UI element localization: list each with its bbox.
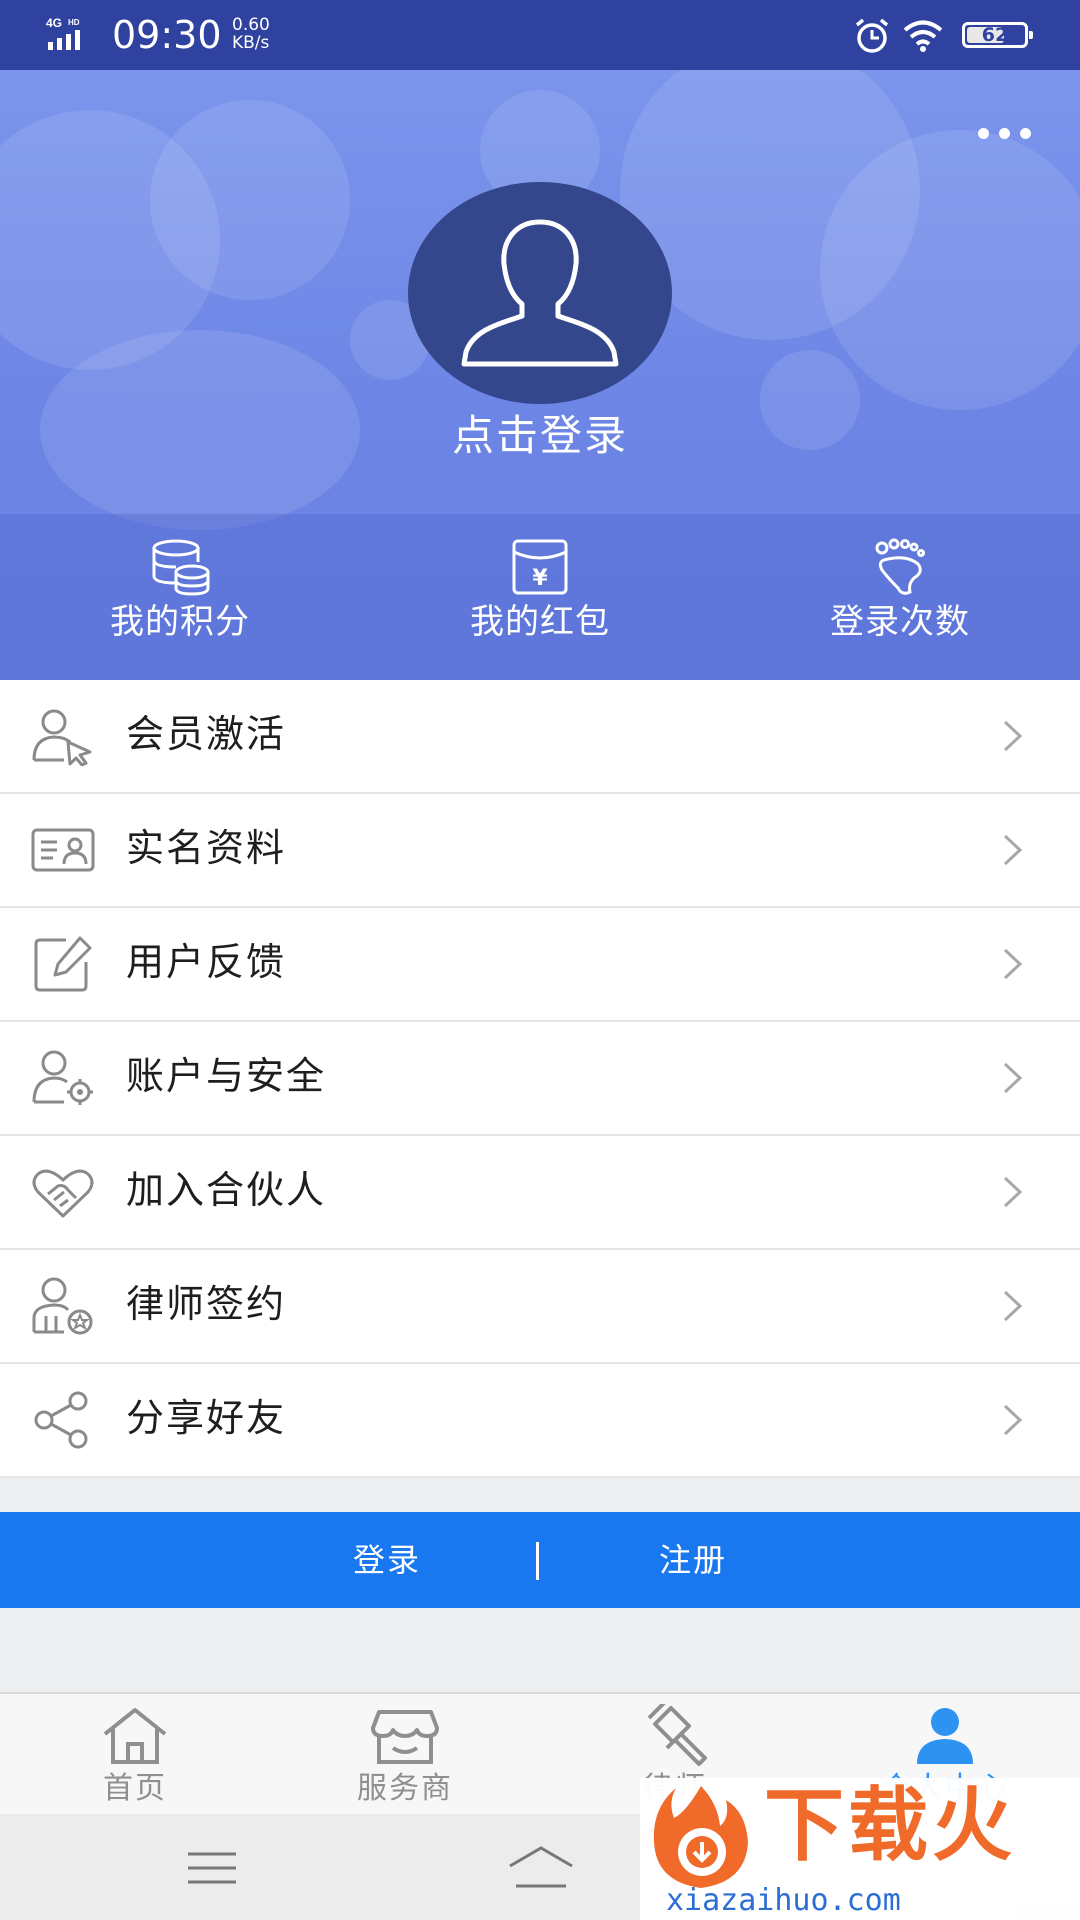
edit-feedback-icon (34, 936, 92, 992)
footprint-icon (875, 538, 925, 595)
gavel-icon (647, 1704, 707, 1766)
menu-item-real-name[interactable]: 实名资料 (0, 794, 1080, 908)
points-stat[interactable]: 我的积分 (0, 514, 360, 680)
signal-icon: 4G HD (46, 16, 80, 50)
id-card-icon (31, 828, 95, 872)
system-home-icon[interactable] (506, 1844, 576, 1890)
alarm-icon (855, 18, 889, 53)
chevron-right-icon (1003, 834, 1023, 866)
tab-label: 首页 (103, 1771, 167, 1806)
store-icon (371, 1710, 439, 1764)
status-bar: 4G HD 09:30 0.60 KB/s 62 (0, 0, 1080, 70)
more-dot (1020, 127, 1031, 139)
person-icon (917, 1708, 973, 1764)
network-speed: 0.60 KB/s (232, 16, 270, 52)
menu-item-account-security[interactable]: 账户与安全 (0, 1022, 1080, 1136)
home-icon (103, 1708, 167, 1764)
chevron-right-icon (1003, 1290, 1023, 1322)
svg-text:4G: 4G (46, 16, 62, 30)
stats-bar: 我的积分 ¥ 我的红包 登录次数 (0, 514, 1080, 680)
menu-item-join-partner[interactable]: 加入合伙人 (0, 1136, 1080, 1250)
red-envelope-stat[interactable]: ¥ 我的红包 (360, 514, 720, 680)
user-settings-icon (32, 1050, 93, 1105)
menu-label: 分享好友 (126, 1396, 287, 1440)
chevron-right-icon (1003, 720, 1023, 752)
menu-list: 会员激活 实名资料 用户反馈 账户与安全 加入合伙人 律师签约 分享好友 (0, 680, 1080, 1478)
auth-divider (536, 1542, 539, 1580)
auth-bar: 登录 注册 (0, 1512, 1080, 1608)
menu-label: 实名资料 (126, 826, 287, 870)
share-icon (34, 1391, 88, 1449)
more-dot (978, 127, 989, 139)
stat-label: 我的积分 (110, 602, 250, 642)
menu-item-feedback[interactable]: 用户反馈 (0, 908, 1080, 1022)
avatar[interactable] (408, 182, 672, 404)
login-button[interactable]: 登录 (300, 1532, 474, 1588)
menu-label: 加入合伙人 (126, 1168, 327, 1212)
menu-item-member-activate[interactable]: 会员激活 (0, 680, 1080, 794)
chevron-right-icon (1003, 1176, 1023, 1208)
battery-icon: 62 (962, 22, 1033, 48)
menu-label: 用户反馈 (126, 940, 287, 984)
user-silhouette-icon (461, 219, 619, 367)
svg-text:HD: HD (68, 18, 80, 27)
register-button[interactable]: 注册 (606, 1532, 780, 1588)
tab-home[interactable]: 首页 (0, 1694, 270, 1816)
tab-service-providers[interactable]: 服务商 (270, 1694, 540, 1816)
status-time: 09:30 (112, 13, 222, 57)
handshake-heart-icon (32, 1169, 94, 1218)
speed-unit: KB/s (232, 33, 270, 53)
watermark-brand: 下载火 (764, 1779, 1016, 1872)
more-dot (999, 127, 1010, 139)
profile-header: 点击登录 我的积分 ¥ 我的红包 登录次数 (0, 70, 1080, 680)
menu-label: 账户与安全 (126, 1054, 327, 1098)
wifi-icon (903, 20, 943, 52)
member-activate-icon (32, 709, 92, 766)
coins-stack-icon (152, 539, 210, 596)
more-options-button[interactable] (978, 118, 1048, 148)
menu-label: 律师签约 (126, 1282, 287, 1326)
stat-label: 登录次数 (830, 602, 970, 642)
chevron-right-icon (1003, 1404, 1023, 1436)
chevron-right-icon (1003, 1062, 1023, 1094)
login-count-stat[interactable]: 登录次数 (720, 514, 1080, 680)
speed-value: 0.60 (232, 15, 270, 35)
menu-label: 会员激活 (126, 712, 287, 756)
watermark: 下载火 xiazaihuo.com (640, 1778, 1080, 1920)
chevron-right-icon (1003, 948, 1023, 980)
red-envelope-yen-icon: ¥ (512, 539, 568, 595)
login-prompt[interactable]: 点击登录 (0, 408, 1080, 464)
stat-label: 我的红包 (470, 602, 610, 642)
lawyer-badge-icon (32, 1277, 93, 1335)
menu-item-share-friends[interactable]: 分享好友 (0, 1364, 1080, 1478)
system-menu-icon[interactable] (186, 1850, 238, 1886)
menu-item-lawyer-sign[interactable]: 律师签约 (0, 1250, 1080, 1364)
svg-text:¥: ¥ (532, 566, 548, 591)
battery-level: 62 (981, 24, 1009, 46)
tab-label: 服务商 (357, 1771, 453, 1806)
watermark-url: xiazaihuo.com (666, 1883, 901, 1918)
flame-logo-icon (653, 1786, 748, 1888)
